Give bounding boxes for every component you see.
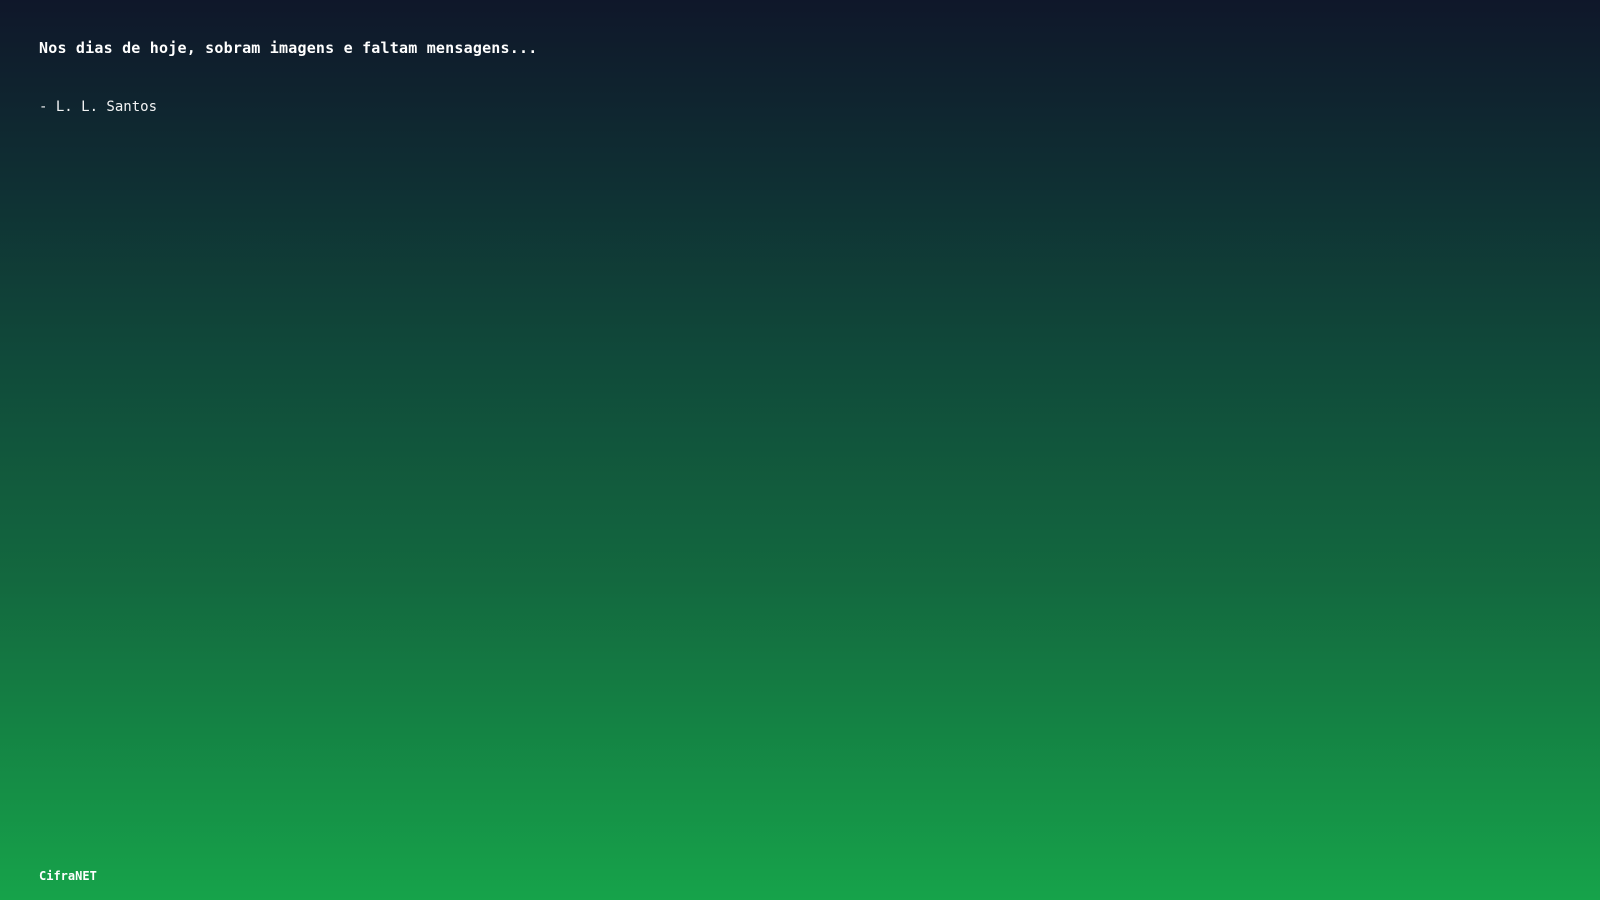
quote-text: Nos dias de hoje, sobram imagens e falta… [39, 39, 538, 57]
brand-name: CifraNET [39, 869, 97, 883]
page: { "quote": { "text": "Nos dias de hoje, … [0, 0, 1600, 900]
quote-author: - L. L. Santos [39, 99, 158, 115]
quote-block: Nos dias de hoje, sobram imagens e falta… [39, 38, 537, 116]
